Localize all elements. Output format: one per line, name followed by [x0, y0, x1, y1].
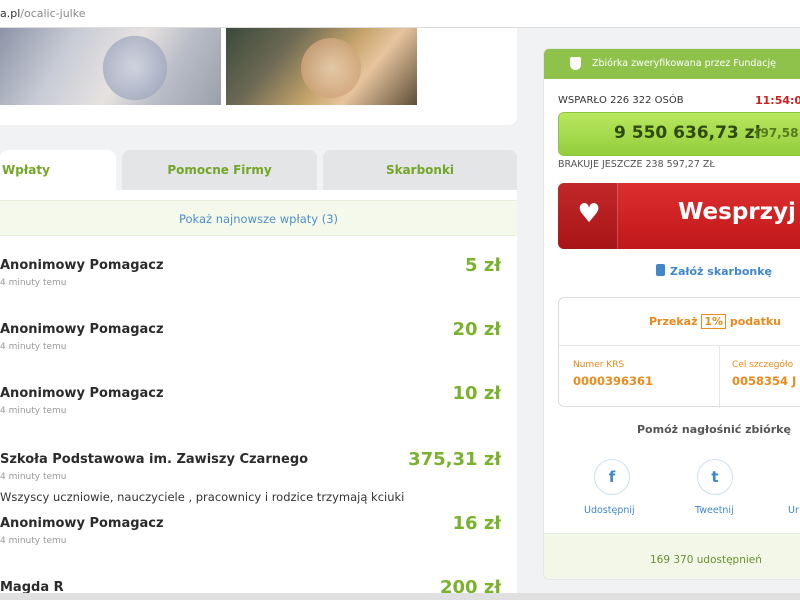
progress-bar: 9 550 636,73 zł (97,58 — [558, 112, 800, 156]
piggybank-icon — [656, 264, 665, 276]
piggybank-label: Załóż skarbonkę — [670, 265, 773, 278]
browser-address-bar[interactable]: a.pl/ocalic-julke — [0, 0, 800, 28]
donor-name: Anonimowy Pomagacz — [0, 386, 164, 401]
donation-tabs: Wpłaty Pomocne Firmy Skarbonki — [0, 150, 517, 190]
tweet-label[interactable]: Tweetnij — [695, 505, 734, 516]
fundraiser-sidebar: Zbiórka zweryfikowana przez Fundację WSP… — [543, 48, 800, 580]
shield-check-icon — [570, 57, 581, 70]
photo-gallery — [0, 28, 517, 125]
create-piggybank-link[interactable]: Załóż skarbonkę — [656, 264, 772, 278]
verified-text: Zbiórka zweryfikowana przez Fundację — [592, 58, 776, 69]
progress-percent: (97,58 — [755, 126, 799, 140]
gallery-photo-baby[interactable] — [0, 28, 221, 105]
tab-wplaty[interactable]: Wpłaty — [0, 150, 116, 190]
raised-amount: 9 550 636,73 zł — [614, 123, 761, 143]
show-newest-link[interactable]: Pokaż najnowsze wpłaty (3) — [0, 200, 517, 236]
tax-1-percent-box[interactable]: Przekaż 1% podatku Numer KRS 0000396361 … — [558, 297, 800, 408]
facebook-icon[interactable]: f — [594, 459, 630, 495]
donation-amount: 10 zł — [452, 383, 501, 404]
missing-amount: BRAKUJE JESZCZE 238 597,27 ZŁ — [558, 159, 715, 170]
donation-amount: 375,31 zł — [408, 449, 501, 470]
donor-name: Anonimowy Pomagacz — [0, 516, 164, 531]
twitter-icon[interactable]: t — [697, 459, 733, 495]
tab-pomocne-firmy[interactable]: Pomocne Firmy — [122, 150, 317, 190]
facebook-share-label[interactable]: Udostępnij — [584, 505, 635, 516]
share-count-bar: 169 370 udostępnień — [544, 533, 800, 579]
goal-label: Cel szczegóło — [732, 360, 794, 370]
share-heading: Pomóż nagłośnić zbiórkę — [637, 423, 791, 436]
horizontal-scrollbar[interactable] — [0, 593, 800, 600]
donation-time: 4 minuty temu — [0, 406, 67, 416]
donation-amount: 16 zł — [452, 513, 501, 534]
donate-button-label: Wesprzyj — [678, 199, 796, 225]
gallery-photo-family[interactable] — [226, 28, 417, 105]
goal-value: 0058354 J — [732, 374, 797, 388]
donation-time: 4 minuty temu — [0, 342, 67, 352]
krs-label: Numer KRS — [573, 360, 625, 370]
donation-amount: 20 zł — [452, 319, 501, 340]
donation-message: Wszyscy uczniowie, nauczyciele , pracown… — [0, 490, 405, 504]
divider — [719, 345, 720, 408]
donation-time: 4 minuty temu — [0, 278, 67, 288]
donation-list: Pokaż najnowsze wpłaty (3) Anonimowy Pom… — [0, 190, 517, 600]
share-count: 169 370 udostępnień — [650, 554, 762, 566]
heart-hands-icon: ♥ — [558, 183, 618, 249]
donor-name: Anonimowy Pomagacz — [0, 322, 164, 337]
countdown-timer: 11:54:0 — [755, 94, 800, 107]
divider — [559, 345, 800, 346]
one-percent-badge: 1% — [701, 314, 727, 329]
donor-name: Anonimowy Pomagacz — [0, 258, 164, 273]
verified-banner: Zbiórka zweryfikowana przez Fundację — [544, 49, 800, 79]
url-text: a.pl/ocalic-julke — [0, 7, 86, 20]
donation-time: 4 minuty temu — [0, 472, 67, 482]
donate-button[interactable]: ♥ Wesprzyj — [558, 183, 800, 249]
donation-amount: 5 zł — [465, 255, 501, 276]
tab-skarbonki[interactable]: Skarbonki — [323, 150, 517, 190]
supporters-count: WSPARŁO 226 322 OSÓB — [558, 95, 684, 106]
more-share-label[interactable]: Ur — [788, 505, 799, 516]
donor-name: Szkoła Podstawowa im. Zawiszy Czarnego — [0, 452, 309, 467]
donation-time: 4 minuty temu — [0, 536, 67, 546]
krs-value: 0000396361 — [573, 374, 654, 388]
tax-title: Przekaż 1% podatku — [649, 314, 782, 329]
